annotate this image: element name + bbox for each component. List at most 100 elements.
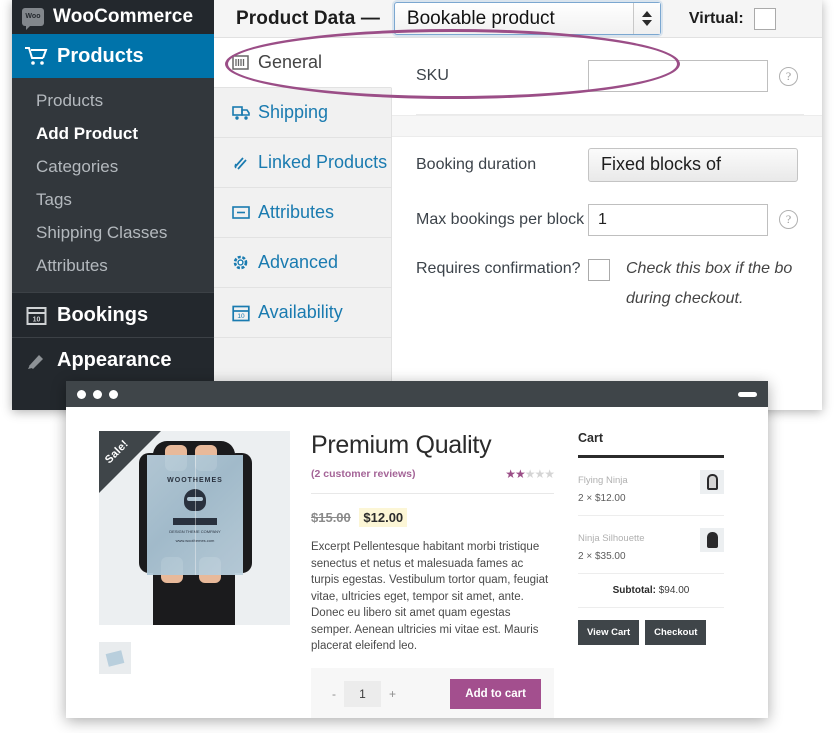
- product-page-body: WOOTHEMES DESIGN THEME COMPANY www.wooth…: [66, 407, 768, 718]
- field-row-requires-confirmation: Requires confirmation? Check this box if…: [392, 247, 822, 314]
- product-price: $15.00 $12.00: [311, 508, 554, 527]
- window-titlebar: [66, 381, 768, 407]
- cart-widget: Cart Flying Ninja 2 × $12.00 Ninja Silho…: [554, 431, 724, 718]
- sidebar-item-appearance[interactable]: Appearance: [12, 338, 214, 382]
- price-sale: $12.00: [359, 508, 408, 527]
- max-bookings-label: Max bookings per block: [416, 210, 585, 228]
- tab-shipping[interactable]: Shipping: [214, 88, 391, 138]
- quantity-input[interactable]: 1: [344, 680, 381, 707]
- general-icon: [232, 55, 258, 70]
- cart-item-qty-price: 2 × $12.00: [578, 493, 626, 504]
- cart-item-text: Ninja Silhouette 2 × $35.00: [578, 528, 645, 562]
- sidebar-item-products-sub[interactable]: Products: [12, 84, 214, 117]
- sidebar-item-bookings-label: Bookings: [57, 303, 149, 326]
- sidebar-brand-label: WooCommerce: [53, 6, 194, 27]
- product-gallery: WOOTHEMES DESIGN THEME COMPANY www.wooth…: [66, 431, 298, 718]
- screenshot-stage: Woo WooCommerce Products Products Add Pr…: [0, 0, 834, 733]
- requires-confirmation-help-line2: during checkout.: [626, 290, 744, 307]
- sidebar-item-products[interactable]: Products: [12, 34, 224, 78]
- tab-attributes[interactable]: Attributes: [214, 188, 391, 238]
- sidebar-item-categories[interactable]: Categories: [12, 150, 214, 183]
- field-row-max-bookings: Max bookings per block 1 ?: [392, 192, 822, 247]
- sidebar-item-add-product[interactable]: Add Product: [12, 117, 214, 150]
- sidebar-item-attributes[interactable]: Attributes: [12, 249, 214, 282]
- booking-duration-label: Booking duration: [416, 155, 537, 173]
- products-submenu: Products Add Product Categories Tags Shi…: [12, 78, 214, 292]
- view-cart-button[interactable]: View Cart: [578, 620, 640, 645]
- cart-item[interactable]: Ninja Silhouette 2 × $35.00: [578, 516, 724, 574]
- cart-subtotal-label: Subtotal:: [612, 585, 656, 596]
- sidebar-item-shipping-classes[interactable]: Shipping Classes: [12, 216, 214, 249]
- star-rating-icon: ★★★★★: [505, 467, 555, 481]
- calendar-icon: 10: [232, 304, 258, 322]
- question-mark-icon[interactable]: ?: [779, 210, 798, 229]
- tab-availability[interactable]: 10 Availability: [214, 288, 391, 338]
- quantity-decrease-button[interactable]: -: [324, 687, 344, 701]
- cart-widget-heading: Cart: [578, 431, 604, 445]
- sidebar-item-bookings[interactable]: 10 Bookings: [12, 293, 214, 337]
- section-header-strip: [392, 115, 822, 137]
- requires-confirmation-help: Check this box if the bo during checkout…: [626, 254, 792, 314]
- attributes-icon: [232, 205, 258, 220]
- product-data-header: Product Data — Bookable product Virtual:: [214, 0, 822, 38]
- field-row-booking-duration: Booking duration Fixed blocks of: [392, 137, 822, 192]
- chevron-updown-icon: [632, 3, 660, 34]
- product-summary: Premium Quality (2 customer reviews) ★★★…: [298, 431, 555, 718]
- max-bookings-input[interactable]: 1: [588, 203, 768, 236]
- cart-item[interactable]: Flying Ninja 2 × $12.00: [578, 458, 724, 516]
- gear-icon: [232, 254, 258, 271]
- product-data-title: Product Data —: [236, 7, 380, 29]
- product-thumbnail-1[interactable]: [99, 642, 131, 674]
- traffic-light-dots-icon[interactable]: [77, 389, 118, 399]
- sku-label: SKU: [416, 67, 449, 84]
- field-row-sku: SKU ?: [392, 38, 822, 114]
- svg-text:10: 10: [32, 316, 40, 323]
- product-main-image[interactable]: WOOTHEMES DESIGN THEME COMPANY www.wooth…: [99, 431, 290, 625]
- product-data-tabs: General Shipping Linked Products Attribu…: [214, 38, 392, 410]
- sidebar-item-appearance-label: Appearance: [57, 348, 172, 371]
- virtual-field: Virtual:: [688, 7, 776, 30]
- tab-advanced-label: Advanced: [258, 252, 339, 272]
- requires-confirmation-label: Requires confirmation?: [416, 260, 581, 277]
- cart-item-thumbnail: [700, 470, 724, 494]
- product-title: Premium Quality: [311, 431, 492, 459]
- sku-input[interactable]: [588, 60, 768, 92]
- product-type-select[interactable]: Bookable product: [393, 2, 661, 35]
- tab-linked-products-label: Linked Products: [258, 152, 388, 172]
- sidebar-brand-woocommerce[interactable]: Woo WooCommerce: [12, 0, 214, 34]
- customer-reviews-link[interactable]: (2 customer reviews): [311, 468, 415, 480]
- product-thumbnails: [99, 642, 298, 674]
- cart-subtotal-value: $94.00: [658, 585, 690, 596]
- cart-icon: [22, 46, 50, 66]
- add-to-cart-button[interactable]: Add to cart: [450, 678, 541, 709]
- virtual-label: Virtual:: [688, 9, 744, 27]
- checkout-button[interactable]: Checkout: [645, 620, 707, 645]
- virtual-checkbox[interactable]: [753, 7, 776, 30]
- tab-attributes-label: Attributes: [258, 202, 335, 222]
- cart-item-text: Flying Ninja 2 × $12.00: [578, 470, 628, 504]
- cart-item-name: Ninja Silhouette: [578, 533, 645, 544]
- product-rating-line: (2 customer reviews) ★★★★★: [311, 467, 555, 481]
- woothemes-poster: WOOTHEMES DESIGN THEME COMPANY www.wooth…: [147, 455, 243, 575]
- cart-item-thumbnail: [700, 528, 724, 552]
- question-mark-icon[interactable]: ?: [779, 66, 798, 86]
- cart-widget-buttons: View Cart Checkout: [578, 608, 724, 645]
- sidebar-item-tags[interactable]: Tags: [12, 183, 214, 216]
- product-excerpt: Excerpt Pellentesque habitant morbi tris…: [311, 541, 549, 652]
- admin-sidebar: Woo WooCommerce Products Products Add Pr…: [12, 0, 224, 410]
- requires-confirmation-checkbox[interactable]: [588, 259, 610, 281]
- minimize-icon[interactable]: [738, 391, 757, 397]
- tab-linked-products[interactable]: Linked Products: [214, 138, 391, 188]
- add-to-cart-row: - 1 + Add to cart: [311, 667, 554, 718]
- storefront-product-window: WOOTHEMES DESIGN THEME COMPANY www.wooth…: [66, 381, 768, 718]
- quantity-increase-button[interactable]: +: [381, 687, 404, 701]
- poster-fold-line: [195, 455, 196, 575]
- requires-confirmation-help-line1: Check this box if the bo: [626, 260, 793, 277]
- admin-content-area: Product Data — Bookable product Virtual:: [214, 0, 822, 410]
- cart-item-name: Flying Ninja: [578, 475, 628, 486]
- tab-shipping-label: Shipping: [258, 102, 329, 122]
- tab-advanced[interactable]: Advanced: [214, 238, 391, 288]
- booking-duration-select[interactable]: Fixed blocks of: [588, 147, 798, 182]
- tab-general[interactable]: General: [214, 38, 392, 88]
- price-original: $15.00: [311, 510, 351, 525]
